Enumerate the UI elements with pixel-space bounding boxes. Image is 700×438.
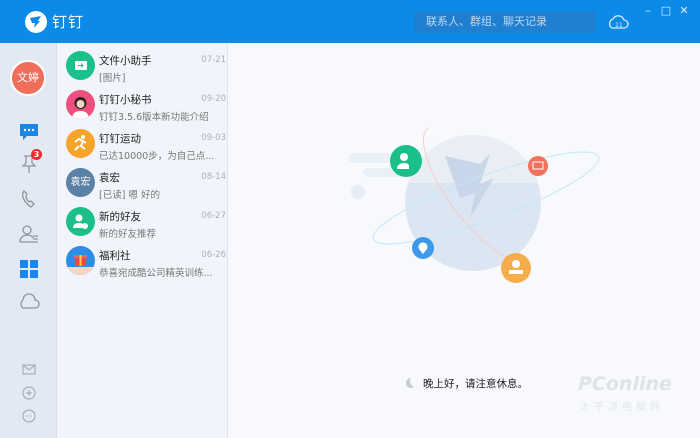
file-helper-avatar-icon xyxy=(66,51,95,80)
conversation-preview: 已达10000步，为自己点... xyxy=(99,151,215,162)
conversation-time: 06-26 xyxy=(201,250,226,260)
sport-runner-avatar-icon xyxy=(66,129,95,158)
conversation-name: 钉钉运动 xyxy=(99,133,141,145)
new-friend-avatar-icon xyxy=(66,207,95,236)
maximize-button[interactable]: □ xyxy=(659,4,673,17)
conversation-name: 新的好友 xyxy=(99,211,141,223)
mail-icon[interactable] xyxy=(21,361,43,383)
conversation-preview: [图片] xyxy=(99,73,126,84)
ding-pan-cloud-icon[interactable] xyxy=(18,291,40,313)
contacts-icon[interactable] xyxy=(18,223,40,245)
planet-illustration xyxy=(348,127,600,283)
conversation-time: 09-20 xyxy=(201,94,226,104)
watermark-sub: 太平洋电脑网 xyxy=(580,402,664,413)
conversation-time: 08-14 xyxy=(201,172,226,182)
user-avatar[interactable]: 文婷 xyxy=(10,60,46,96)
gift-avatar-icon xyxy=(66,246,95,275)
conversation-preview: [已读] 嗯 好的 xyxy=(99,190,160,201)
conversation-item[interactable]: 袁宏 袁宏 08-14 [已读] 嗯 好的 xyxy=(57,164,228,203)
conversation-time: 09-03 xyxy=(201,133,226,143)
conversation-list: 文件小助手 07-21 [图片] 钉钉小秘书 09-20 钉钉3.5.6版本新功… xyxy=(57,43,228,438)
conversation-preview: 新的好友推荐 xyxy=(99,229,157,240)
app-name: 钉钉 xyxy=(52,13,85,31)
conversation-item[interactable]: 钉钉运动 09-03 已达10000步，为自己点... xyxy=(57,125,228,164)
conversation-time: 06-27 xyxy=(201,211,226,221)
conversation-preview: 钉钉3.5.6版本新功能介绍 xyxy=(99,112,209,123)
search-input[interactable]: 联系人、群组、聊天记录 xyxy=(414,11,596,33)
conversation-time: 07-21 xyxy=(201,55,226,65)
watermark: PConline xyxy=(578,373,672,395)
conversation-name: 钉钉小秘书 xyxy=(99,94,152,106)
more-icon[interactable] xyxy=(21,408,43,430)
conversation-item[interactable]: 钉钉小秘书 09-20 钉钉3.5.6版本新功能介绍 xyxy=(57,86,228,125)
greeting-text: 晚上好，请注意休息。 xyxy=(423,378,528,390)
dingtalk-logo-icon xyxy=(25,11,47,33)
conversation-name: 福利社 xyxy=(99,250,131,262)
chat-icon[interactable] xyxy=(18,121,40,143)
conversation-name: 袁宏 xyxy=(99,172,120,184)
cloud-icon[interactable]: 11 xyxy=(607,12,629,32)
secretary-avatar-icon xyxy=(66,90,95,119)
minimize-button[interactable]: – xyxy=(641,4,655,17)
phone-icon[interactable] xyxy=(18,188,40,210)
conversation-item[interactable]: 新的好友 06-27 新的好友推荐 xyxy=(57,203,228,242)
conversation-name: 文件小助手 xyxy=(99,55,152,67)
main-panel: 晚上好，请注意休息。 PConline 太平洋电脑网 xyxy=(228,43,700,438)
close-button[interactable]: ✕ xyxy=(677,4,691,17)
contact-avatar: 袁宏 xyxy=(66,168,95,197)
conversation-item[interactable]: 文件小助手 07-21 [图片] xyxy=(57,47,228,86)
moon-icon xyxy=(406,378,414,388)
conversation-preview: 恭喜宛成酷公司精英训练... xyxy=(99,268,213,279)
ding-badge: 3 xyxy=(31,149,42,160)
mail-bubble-icon xyxy=(528,156,548,176)
cloud-label: 11 xyxy=(615,22,623,29)
title-bar: 钉钉 联系人、群组、聊天记录 11 – □ ✕ xyxy=(0,0,700,43)
add-icon[interactable] xyxy=(21,385,43,407)
contact-call-bubble-icon xyxy=(390,145,422,177)
workspace-icon[interactable] xyxy=(18,258,40,280)
sidebar-nav: 文婷 3 xyxy=(0,43,57,438)
conversation-item[interactable]: 福利社 06-26 恭喜宛成酷公司精英训练... xyxy=(57,242,228,281)
